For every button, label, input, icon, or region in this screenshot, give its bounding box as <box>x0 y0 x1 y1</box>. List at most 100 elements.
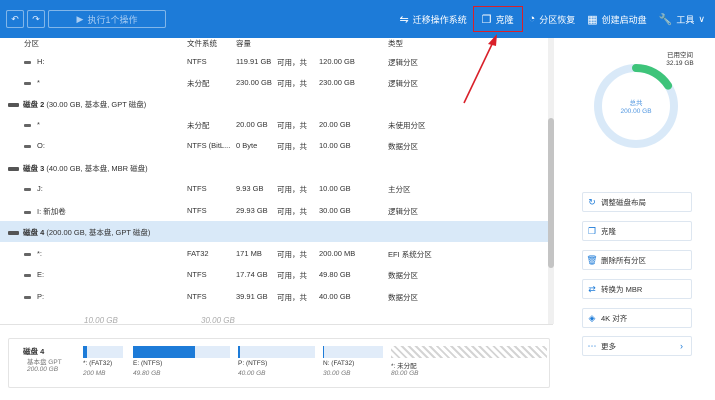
partition-type: 逻辑分区 <box>388 207 418 216</box>
chevron-down-icon: ∨ <box>698 13 705 24</box>
header-type: 类型 <box>388 39 403 48</box>
partition-name: I: 新加卷 <box>37 207 66 216</box>
partition-row[interactable]: *: FAT32 171 MB 可用，共 200.00 MB EFI 系统分区 <box>0 243 548 264</box>
disk-map-segment[interactable] <box>83 346 123 358</box>
disk-label: 磁盘 3 (40.00 GB, 基本盘, MBR 磁盘) <box>8 163 148 174</box>
action-refresh-button[interactable]: ↻ 调整磁盘布局 <box>582 192 692 212</box>
migrate-os-button[interactable]: ⇋ 迁移操作系统 <box>393 0 472 38</box>
header-partition: 分区 <box>24 39 39 48</box>
filesystem: NTFS <box>187 57 207 66</box>
disk-map-segment[interactable] <box>238 346 315 358</box>
partition-type: 数据分区 <box>388 293 418 302</box>
action-align-button[interactable]: ◈ 4K 对齐 <box>582 308 692 328</box>
execute-operations-button[interactable]: ▶ 执行1个操作 <box>48 10 166 28</box>
partition-row[interactable]: O: NTFS (BitL... 0 Byte 可用，共 10.00 GB 数据分区 <box>0 135 548 156</box>
partition-row[interactable]: H: NTFS 119.91 GB 可用，共 120.00 GB 逻辑分区 <box>0 51 548 72</box>
action-label: 删除所有分区 <box>601 255 646 265</box>
available-label: 可用，共 <box>277 293 307 302</box>
disk-map-segment[interactable] <box>391 346 547 358</box>
grid-icon: ▦ <box>587 13 598 26</box>
action-trash-button[interactable]: 🗑 删除所有分区 <box>582 250 692 270</box>
partition-type: 逻辑分区 <box>388 58 418 67</box>
segment-size: 40.00 GB <box>238 370 266 377</box>
disk-map-segment[interactable] <box>133 346 230 358</box>
available-space: 119.91 GB <box>236 57 272 66</box>
available-label: 可用，共 <box>277 207 307 216</box>
partition-icon <box>24 187 31 191</box>
available-label: 可用，共 <box>277 142 307 151</box>
partition-row[interactable]: E: NTFS 17.74 GB 可用，共 49.80 GB 数据分区 <box>0 264 548 285</box>
tools-label: 工具 <box>676 14 695 25</box>
filesystem: 未分配 <box>187 121 210 130</box>
partition-label: J: <box>24 184 43 193</box>
partition-recovery-button[interactable]: ◔ 分区恢复 <box>523 0 582 38</box>
disk-map[interactable]: 磁盘 4 基本盘 GPT 200.00 GB *: (FAT32) 200 MB E… <box>8 338 550 388</box>
donut-used-arc <box>632 64 673 90</box>
partition-type: 主分区 <box>388 185 411 194</box>
disk-name: 磁盘 3 <box>23 164 45 173</box>
available-space: 20.00 GB <box>236 120 268 129</box>
disk-info: (40.00 GB, 基本盘, MBR 磁盘) <box>46 164 148 173</box>
partition-row[interactable]: * 未分配 20.00 GB 可用，共 20.00 GB 未使用分区 <box>0 114 548 135</box>
partition-name: H: <box>37 57 45 66</box>
available-label: 可用，共 <box>277 58 307 67</box>
partition-label: E: <box>24 270 44 279</box>
convert-icon: ⇄ <box>588 283 596 294</box>
partition-icon <box>24 252 31 256</box>
segment-label: *: (FAT32) <box>83 360 113 367</box>
partition-row[interactable]: J: NTFS 9.93 GB 可用，共 10.00 GB 主分区 <box>0 178 548 199</box>
action-more-button[interactable]: ⋯ 更多 › <box>582 336 692 356</box>
partition-row[interactable]: * 未分配 230.00 GB 可用，共 230.00 GB 逻辑分区 <box>0 72 548 93</box>
play-icon: ▶ <box>76 13 84 24</box>
partition-type: 逻辑分区 <box>388 79 418 88</box>
action-label: 调整磁盘布局 <box>601 197 646 207</box>
filesystem: FAT32 <box>187 249 209 258</box>
undo-button[interactable]: ↶ <box>6 10 24 28</box>
undo-icon: ↶ <box>11 13 19 24</box>
partition-row[interactable]: P: NTFS 39.91 GB 可用，共 40.00 GB 数据分区 <box>0 286 548 307</box>
action-clone-button[interactable]: ❐ 克隆 <box>582 221 692 241</box>
total-space: 10.00 GB <box>319 141 351 150</box>
available-label: 可用，共 <box>277 79 307 88</box>
disk-info: (200.00 GB, 基本盘, GPT 磁盘) <box>46 228 151 237</box>
segment-label: P: (NTFS) <box>238 360 268 367</box>
partition-label: I: 新加卷 <box>24 206 66 217</box>
partition-label: *: <box>24 249 42 258</box>
disk-map-type: 基本盘 GPT <box>27 359 62 366</box>
migrate-os-label: 迁移操作系统 <box>412 14 467 25</box>
action-label: 转换为 MBR <box>601 284 643 294</box>
available-label: 可用，共 <box>277 185 307 194</box>
toolbar-right-group: ⇋ 迁移操作系统 ❐ 克隆 ◔ 分区恢复 ▦ 创建启动盘 🔧 工具 ∨ <box>393 0 711 38</box>
tools-menu[interactable]: 🔧 工具 ∨ <box>653 0 711 38</box>
disk-row[interactable]: 磁盘 2 (30.00 GB, 基本盘, GPT 磁盘) <box>0 93 548 114</box>
recovery-icon: ◔ <box>528 13 536 25</box>
create-bootable-button[interactable]: ▦ 创建启动盘 <box>581 0 652 38</box>
partition-icon <box>24 81 31 85</box>
partition-icon <box>24 144 31 148</box>
segment-used-fill <box>323 346 324 358</box>
partition-icon <box>24 273 31 277</box>
toolbar-left-group: ↶ ↷ ▶ 执行1个操作 <box>6 10 166 28</box>
disk-row[interactable]: 磁盘 3 (40.00 GB, 基本盘, MBR 磁盘) <box>0 157 548 178</box>
partition-row[interactable]: I: 新加卷 NTFS 29.93 GB 可用，共 30.00 GB 逻辑分区 <box>0 200 548 221</box>
scrollbar-thumb[interactable] <box>548 118 554 268</box>
toolbar: ↶ ↷ ▶ 执行1个操作 ⇋ 迁移操作系统 ❐ 克隆 ◔ 分区恢复 ▦ 创建启动… <box>0 0 715 38</box>
partition-name: P: <box>37 292 45 301</box>
migrate-icon: ⇋ <box>399 13 409 26</box>
partition-recovery-label: 分区恢复 <box>539 14 576 25</box>
chevron-right-icon: › <box>680 341 683 351</box>
available-space: 39.91 GB <box>236 292 268 301</box>
table-scrollbar[interactable] <box>548 38 554 324</box>
more-icon: ⋯ <box>587 340 597 351</box>
disk-row[interactable]: 磁盘 4 (200.00 GB, 基本盘, GPT 磁盘) <box>0 221 548 242</box>
action-convert-button[interactable]: ⇄ 转换为 MBR <box>582 279 692 299</box>
disk-map-segment[interactable] <box>323 346 383 358</box>
clone-button[interactable]: ❐ 克隆 <box>472 6 523 32</box>
filesystem: NTFS <box>187 292 207 301</box>
redo-icon: ↷ <box>32 13 40 24</box>
filesystem: NTFS <box>187 184 207 193</box>
redo-button[interactable]: ↷ <box>27 10 45 28</box>
filesystem: NTFS <box>187 206 207 215</box>
partition-label: H: <box>24 57 45 66</box>
available-label: 可用，共 <box>277 271 307 280</box>
